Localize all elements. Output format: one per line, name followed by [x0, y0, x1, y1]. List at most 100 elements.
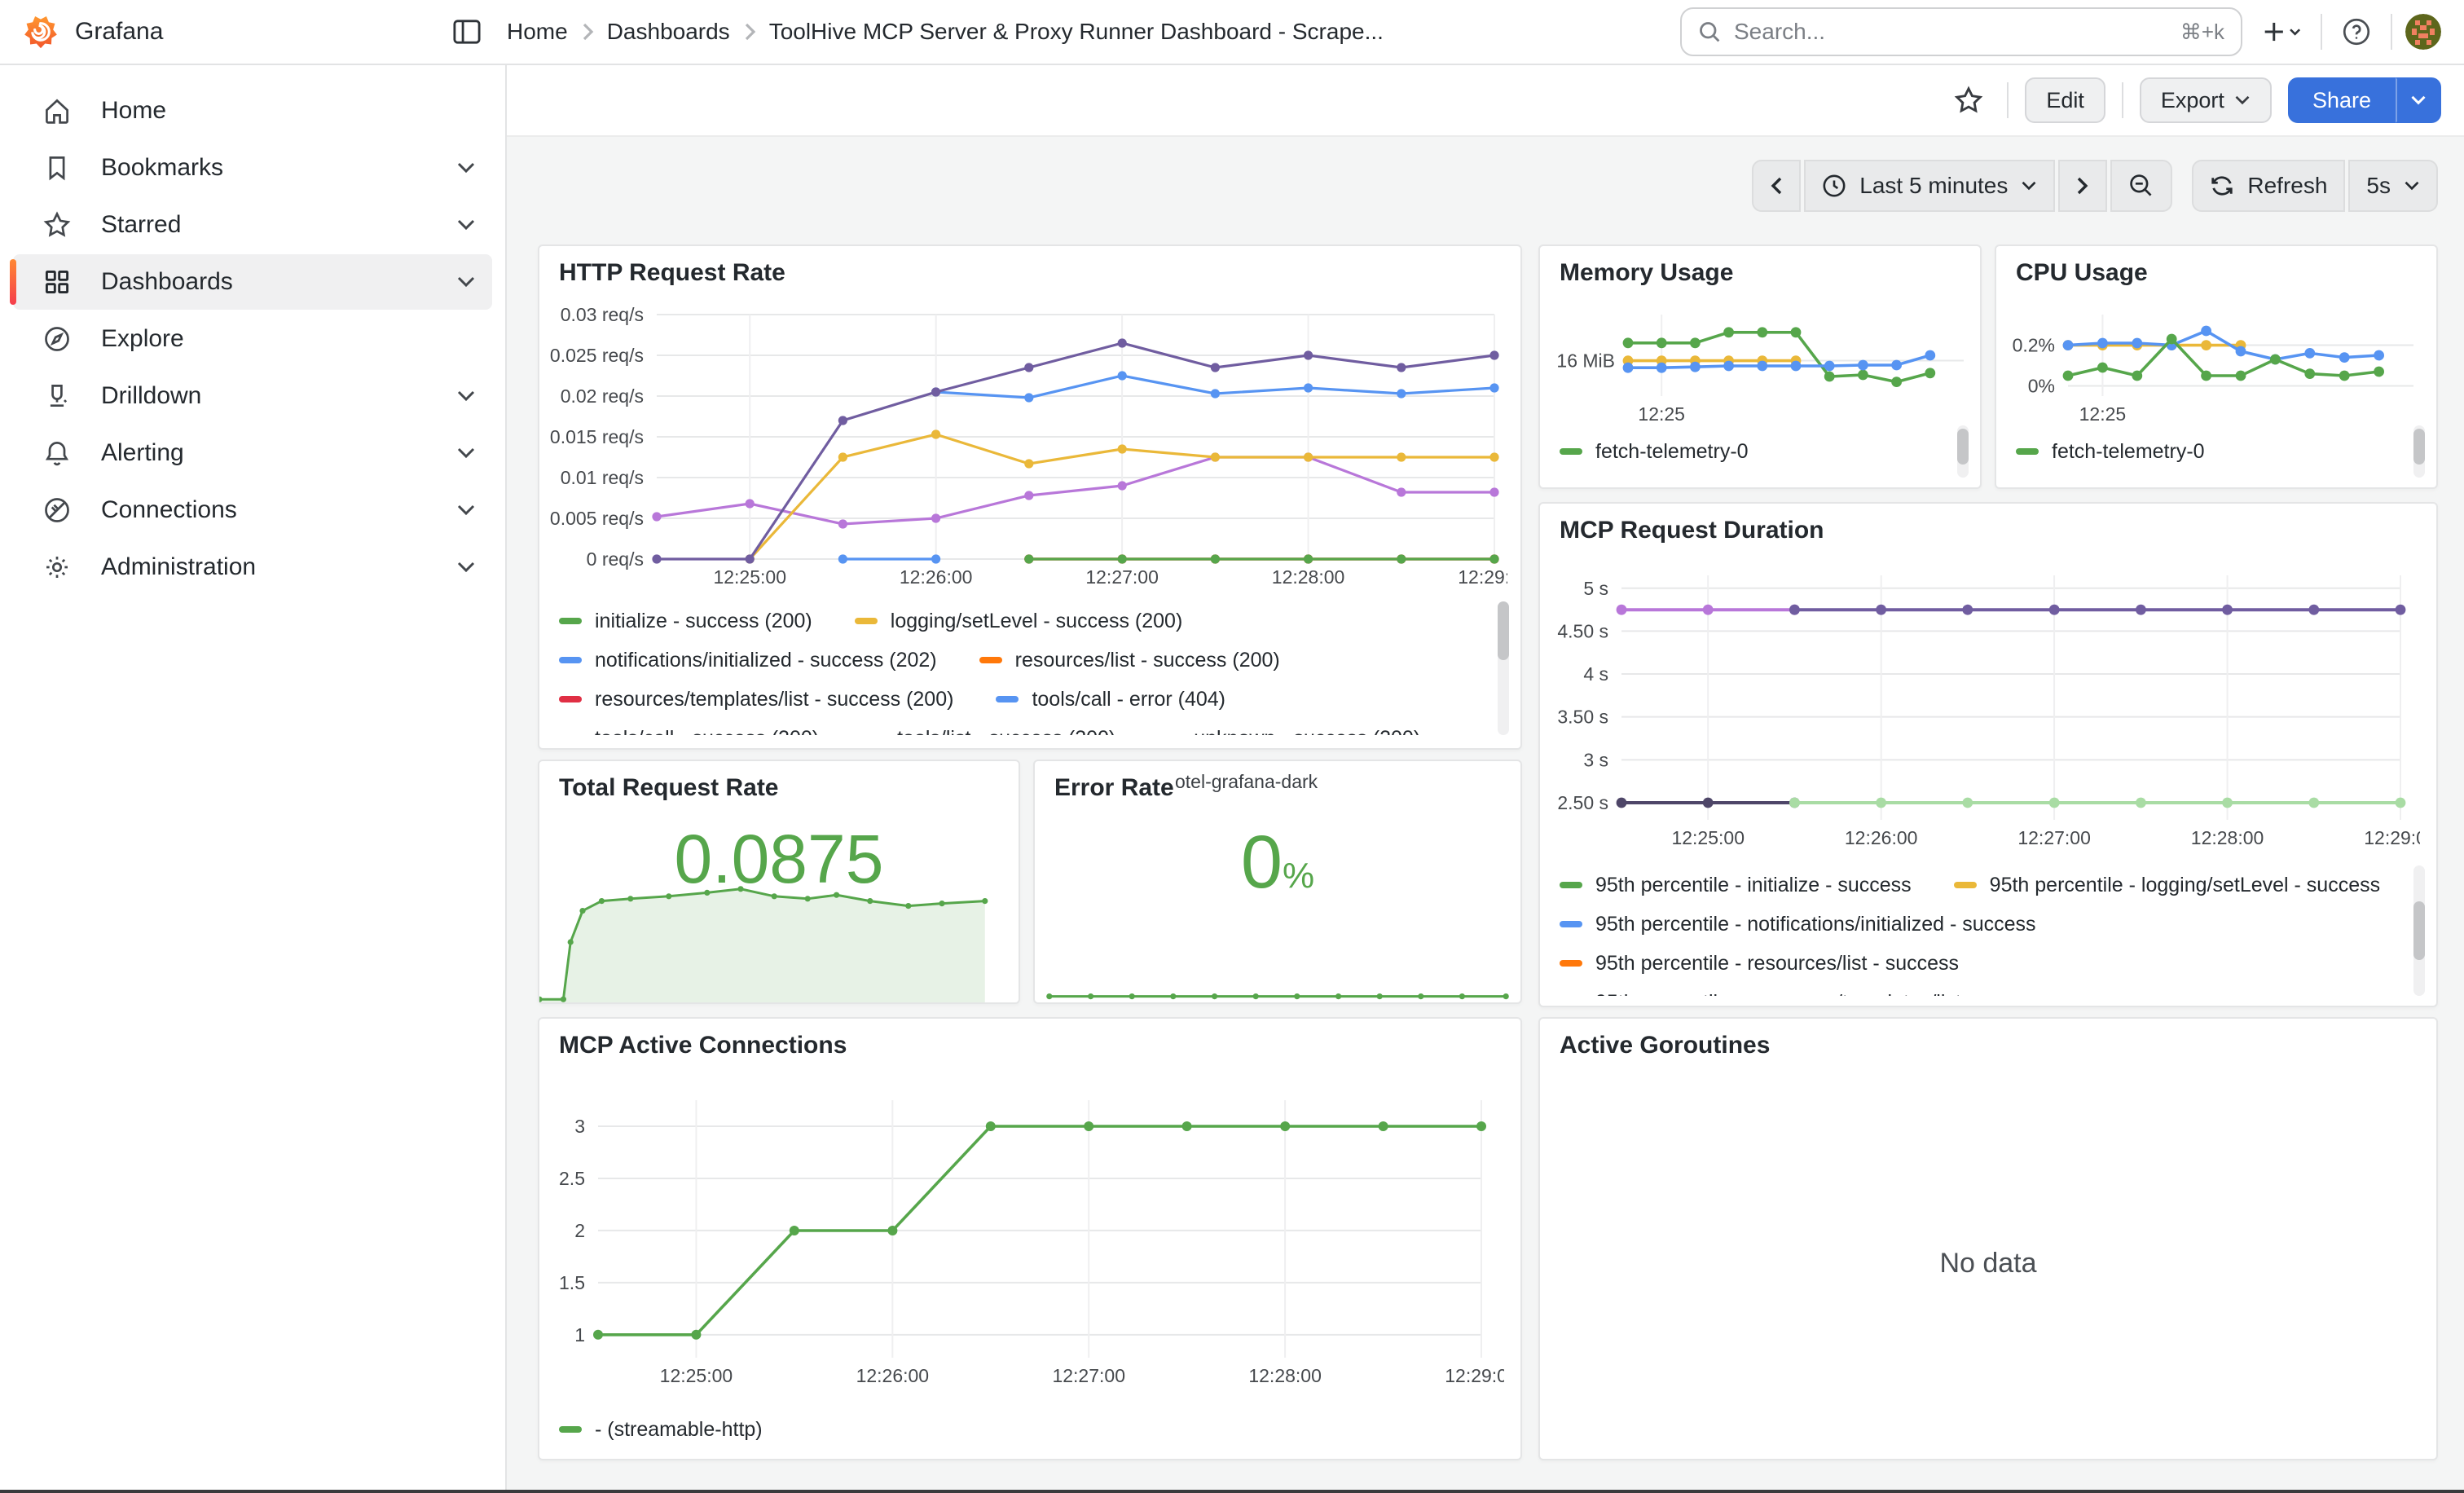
sidebar-item-bookmarks[interactable]: Bookmarks [13, 140, 492, 196]
legend-item[interactable]: tools/list - success (200) [861, 727, 1115, 736]
time-shift-back-button[interactable] [1752, 160, 1801, 212]
share-button[interactable]: Share [2288, 77, 2396, 123]
time-zoom-out-button[interactable] [2110, 160, 2172, 212]
panel-title[interactable]: Memory Usage [1540, 246, 1980, 295]
chevron-down-icon[interactable] [456, 390, 476, 403]
refresh-interval-picker[interactable]: 5s [2348, 160, 2438, 212]
legend-item[interactable]: - (streamable-http) [559, 1418, 763, 1442]
chevron-down-icon[interactable] [456, 275, 476, 288]
help-icon[interactable] [2335, 11, 2378, 53]
legend-item[interactable]: resources/templates/list - success (200) [559, 688, 953, 711]
svg-text:3: 3 [574, 1116, 585, 1137]
star-icon [42, 210, 72, 240]
mcp-active-connections-chart[interactable]: 11.522.5312:25:0012:26:0012:27:0012:28:0… [549, 1077, 1504, 1400]
panel-title[interactable]: CPU Usage [1996, 246, 2436, 295]
top-nav: Grafana Home Dashboards ToolHive MCP Ser… [0, 0, 2464, 65]
brand-name: Grafana [75, 18, 447, 46]
legend-item[interactable]: fetch-telemetry-0 [1560, 440, 1749, 464]
sidebar-item-home[interactable]: Home [13, 83, 492, 139]
chevron-down-icon[interactable] [456, 447, 476, 460]
sidebar-item-administration[interactable]: Administration [13, 540, 492, 595]
panel-title[interactable]: MCP Active Connections [539, 1019, 1520, 1068]
sidebar-collapse-icon[interactable] [447, 12, 487, 51]
legend-label: 95th percentile - logging/setLevel - suc… [1990, 874, 2380, 897]
refresh-button[interactable]: Refresh [2192, 160, 2345, 212]
panel-memory-usage: Memory Usage 16 MiB12:25 fetch-telemetry… [1538, 244, 1982, 489]
edit-button[interactable]: Edit [2025, 77, 2105, 123]
svg-text:16 MiB: 16 MiB [1556, 350, 1615, 372]
search-field[interactable] [1734, 19, 2167, 45]
search-input[interactable]: ⌘+k [1680, 7, 2242, 56]
export-button[interactable]: Export [2140, 77, 2272, 123]
legend-item[interactable]: resources/list - success (200) [979, 649, 1280, 672]
legend-item[interactable]: notifications/initialized - success (202… [559, 649, 937, 672]
legend-item[interactable]: logging/setLevel - success (200) [855, 610, 1183, 633]
legend-label: tools/call - success (200) [595, 727, 819, 736]
chevron-down-icon[interactable] [456, 161, 476, 174]
dashboard-toolbar: Edit Export Share [507, 65, 2464, 137]
chevron-down-icon[interactable] [456, 504, 476, 517]
svg-text:12:29:00: 12:29:00 [1458, 566, 1507, 588]
panel-active-goroutines: Active Goroutines No data [1538, 1017, 2438, 1460]
avatar[interactable] [2405, 14, 2441, 50]
legend-item[interactable]: initialize - success (200) [559, 610, 812, 633]
legend-item[interactable]: 95th percentile - initialize - success [1560, 874, 1912, 897]
grafana-logo-icon[interactable] [23, 14, 59, 50]
breadcrumb-dashboards[interactable]: Dashboards [607, 19, 730, 45]
legend-label: tools/call - error (404) [1032, 688, 1225, 711]
chevron-down-icon[interactable] [456, 218, 476, 231]
mcp-request-duration-chart[interactable]: 5 s4.50 s4 s3.50 s3 s2.50 s12:25:0012:26… [1550, 559, 2420, 856]
svg-text:0%: 0% [2028, 376, 2055, 397]
divider [2321, 14, 2322, 50]
sidebar-item-label: Drilldown [101, 382, 201, 410]
svg-text:12:28:00: 12:28:00 [1248, 1365, 1322, 1386]
legend-item[interactable]: 95th percentile - resources/templates/li… [1560, 991, 2053, 997]
sidebar-item-starred[interactable]: Starred [13, 197, 492, 253]
legend-item[interactable]: tools/call - error (404) [996, 688, 1225, 711]
legend-scrollbar[interactable] [1498, 601, 1509, 735]
svg-text:1.5: 1.5 [559, 1272, 585, 1293]
breadcrumb-home[interactable]: Home [507, 19, 568, 45]
svg-text:0 req/s: 0 req/s [587, 548, 644, 570]
legend-item[interactable]: 95th percentile - resources/list - succe… [1560, 952, 1959, 976]
time-range-picker[interactable]: Last 5 minutes [1804, 160, 2055, 212]
favorite-star-icon[interactable] [1947, 78, 1991, 122]
share-dropdown-button[interactable] [2396, 77, 2441, 123]
legend-item[interactable]: fetch-telemetry-0 [2016, 440, 2205, 464]
legend-item[interactable]: 95th percentile - notifications/initiali… [1560, 913, 2036, 936]
legend-scrollbar[interactable] [2413, 425, 2425, 478]
svg-text:12:25:00: 12:25:00 [1671, 827, 1745, 848]
legend-item[interactable]: 95th percentile - logging/setLevel - suc… [1954, 874, 2380, 897]
share-split-button: Share [2288, 77, 2441, 123]
cpu-usage-chart[interactable]: 0.2%0%12:25 [2006, 298, 2427, 425]
sidebar-item-connections[interactable]: Connections [13, 482, 492, 538]
legend-label: resources/templates/list - success (200) [595, 688, 953, 711]
svg-text:0.02 req/s: 0.02 req/s [561, 385, 644, 407]
chevron-down-icon[interactable] [456, 561, 476, 574]
sidebar-item-dashboards[interactable]: Dashboards [13, 254, 492, 310]
http-request-rate-chart[interactable]: 0 req/s0.005 req/s0.01 req/s0.015 req/s0… [549, 302, 1507, 592]
time-controls: Last 5 minutes Refresh 5s [1752, 160, 2438, 212]
panel-title[interactable]: HTTP Request Rate [539, 246, 1520, 295]
sidebar-item-alerting[interactable]: Alerting [13, 425, 492, 481]
legend-item[interactable]: tools/call - success (200) [559, 727, 819, 736]
error-rate-value: 0% [1035, 820, 1520, 905]
search-shortcut: ⌘+k [2180, 20, 2224, 45]
sidebar-item-explore[interactable]: Explore [13, 311, 492, 367]
add-new-button[interactable] [2255, 12, 2308, 51]
legend-item[interactable]: unknown - success (200) [1158, 727, 1420, 736]
legend-scrollbar[interactable] [1957, 425, 1969, 478]
sidebar-item-label: Bookmarks [101, 154, 223, 182]
clock-icon [1822, 174, 1846, 198]
memory-usage-chart[interactable]: 16 MiB12:25 [1550, 298, 1970, 425]
gear-icon [42, 553, 72, 582]
legend-label: fetch-telemetry-0 [2052, 440, 2205, 464]
search-icon [1698, 20, 1721, 43]
chevron-down-icon [2021, 180, 2037, 192]
legend-color-chip [1954, 882, 1977, 888]
time-shift-forward-button[interactable] [2058, 160, 2107, 212]
panel-title[interactable]: Active Goroutines [1540, 1019, 2436, 1068]
legend-scrollbar[interactable] [2413, 865, 2425, 996]
sidebar-item-drilldown[interactable]: Drilldown [13, 368, 492, 424]
panel-title[interactable]: MCP Request Duration [1540, 504, 2436, 553]
